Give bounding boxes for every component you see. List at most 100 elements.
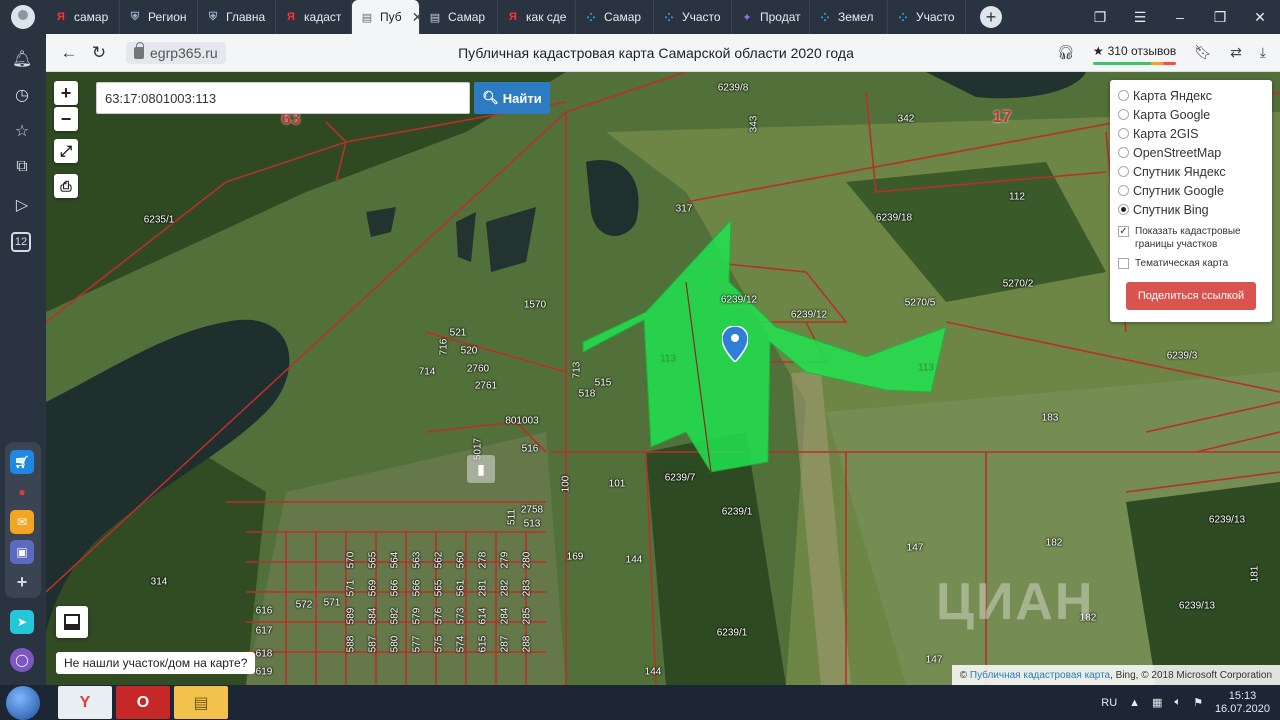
lot-number-label[interactable]: 573 (456, 608, 467, 625)
plot-number-label[interactable]: 113 (660, 354, 676, 365)
download-icon[interactable]: ⤓ (1260, 44, 1266, 61)
lot-number-label[interactable]: 582 (390, 608, 401, 625)
send-app-icon[interactable]: ➤ (10, 610, 34, 634)
plot-number-label[interactable]: 619 (256, 667, 273, 678)
lot-number-label[interactable]: 570 (346, 552, 357, 569)
plot-number-label[interactable]: 2761 (475, 381, 497, 392)
plot-number-label[interactable]: 5270/5 (905, 298, 936, 309)
lot-number-label[interactable]: 577 (412, 636, 423, 653)
volume-icon[interactable]: 🔈︎ (1174, 696, 1181, 709)
plot-number-label[interactable]: 113 (918, 363, 934, 374)
messenger-icon[interactable]: ▣ (10, 540, 34, 564)
lot-number-label[interactable]: 565 (434, 580, 445, 597)
cadastral-map[interactable]: 63 17 6239/8 343 342 112 317 6239/18 6235/1 6239/… (46, 72, 1280, 685)
lot-number-label[interactable]: 288 (522, 636, 533, 653)
history-icon[interactable]: ◷ (11, 84, 33, 106)
layer-option[interactable]: Карта Google (1118, 105, 1264, 124)
plot-number-label[interactable]: 511 (507, 509, 518, 525)
plot-number-label[interactable]: 6239/1 (722, 507, 753, 518)
lot-number-label[interactable]: 285 (522, 608, 533, 625)
close-window-button[interactable]: ✕ (1240, 9, 1280, 26)
lot-number-label[interactable]: 565 (368, 552, 379, 569)
plot-number-label[interactable]: 801003 (505, 416, 538, 427)
not-found-link[interactable]: Не нашли участок/дом на карте? (56, 652, 256, 674)
plot-number-label[interactable]: 515 (595, 378, 612, 389)
plot-number-label[interactable]: 2760 (467, 364, 489, 375)
new-tab-button[interactable]: + (980, 6, 1002, 28)
attribution-link[interactable]: Публичная кадастровая карта (970, 670, 1110, 681)
lot-number-label[interactable]: 562 (434, 552, 445, 569)
plot-number-label[interactable]: 714 (419, 367, 436, 378)
network-icon[interactable]: ▦ (1152, 696, 1162, 709)
print-icon[interactable]: ⎙ (54, 174, 78, 198)
lot-number-label[interactable]: 614 (478, 608, 489, 625)
plot-number-label[interactable]: 6239/3 (1167, 351, 1198, 362)
plot-number-label[interactable]: 572 (296, 600, 313, 611)
opera-app-icon[interactable]: O (116, 686, 170, 719)
plot-number-label[interactable]: 616 (256, 606, 273, 617)
file-explorer-icon[interactable]: ▤ (174, 686, 228, 719)
plot-number-label[interactable]: 181 (1250, 566, 1261, 583)
plot-number-label[interactable]: 6239/13 (1209, 515, 1245, 526)
plot-number-label[interactable]: 6239/1 (717, 628, 748, 639)
lot-number-label[interactable]: 283 (522, 580, 533, 597)
zoom-in-button[interactable]: + (54, 81, 78, 105)
plot-number-label[interactable]: 713 (572, 362, 583, 379)
radio-unselected[interactable] (1118, 90, 1129, 101)
profile-avatar[interactable] (0, 0, 46, 34)
tab-9[interactable]: ✦ Продат (732, 0, 810, 34)
layer-option[interactable]: OpenStreetMap (1118, 143, 1264, 162)
lot-number-label[interactable]: 584 (368, 608, 379, 625)
thematic-map-checkbox[interactable]: Тематическая карта (1118, 257, 1264, 270)
plot-number-label[interactable]: 571 (324, 598, 341, 609)
plot-number-label[interactable]: 516 (522, 444, 539, 455)
lot-number-label[interactable]: 571 (346, 580, 357, 597)
radio-unselected[interactable] (1118, 109, 1129, 120)
bookmark-star-icon[interactable]: ☆ (11, 120, 33, 142)
lot-number-label[interactable]: 287 (500, 636, 511, 653)
lot-number-label[interactable]: 282 (500, 580, 511, 597)
tab-5[interactable]: ▤ Самар (420, 0, 498, 34)
lot-number-label[interactable]: 280 (522, 552, 533, 569)
tab-11[interactable]: ⁘ Участо (888, 0, 966, 34)
plot-number-label[interactable]: 6239/7 (665, 473, 696, 484)
show-boundaries-checkbox[interactable]: ✓ Показать кадастровые границы участков (1118, 225, 1264, 251)
layer-option[interactable]: Карта Яндекс (1118, 86, 1264, 105)
layer-option[interactable]: Спутник Яндекс (1118, 162, 1264, 181)
plot-number-label[interactable]: 6239/12 (721, 295, 757, 306)
plot-number-label[interactable]: 617 (256, 626, 273, 637)
translate-icon[interactable]: ⇄ (1230, 44, 1242, 61)
language-indicator[interactable]: RU (1101, 697, 1117, 709)
lot-number-label[interactable]: 566 (390, 580, 401, 597)
plot-number-label[interactable]: 6239/12 (791, 310, 827, 321)
plot-number-label[interactable]: 1570 (524, 300, 546, 311)
lot-number-label[interactable]: 576 (434, 608, 445, 625)
lot-number-label[interactable]: 279 (500, 552, 511, 569)
plot-number-label[interactable]: 342 (898, 114, 915, 125)
tab-4[interactable]: ▤ Пуб ✕ (352, 0, 420, 34)
tray-arrow-icon[interactable]: ▲ (1129, 697, 1140, 709)
radio-unselected[interactable] (1118, 147, 1129, 158)
tab-8[interactable]: ⁘ Участо (654, 0, 732, 34)
plot-number-label[interactable]: 112 (1009, 192, 1025, 203)
bell-icon[interactable]: 🔔︎ (11, 48, 33, 70)
plot-number-label[interactable]: 169 (567, 552, 584, 563)
lot-number-label[interactable]: 589 (346, 608, 357, 625)
plot-number-label[interactable]: 147 (907, 543, 924, 554)
lot-number-label[interactable]: 564 (390, 552, 401, 569)
fullscreen-icon[interactable]: ⤢ (54, 139, 78, 163)
add-app-icon[interactable]: + (10, 570, 34, 594)
radio-unselected[interactable] (1118, 166, 1129, 177)
clock[interactable]: 15:13 16.07.2020 (1215, 690, 1270, 716)
plot-number-label[interactable]: 317 (676, 204, 693, 215)
plot-number-label[interactable]: 314 (151, 577, 168, 588)
lot-number-label[interactable]: 615 (478, 636, 489, 653)
plot-number-label[interactable]: 144 (645, 667, 662, 678)
lot-number-label[interactable]: 284 (500, 608, 511, 625)
plot-number-label[interactable]: 716 (439, 339, 450, 356)
lot-number-label[interactable]: 278 (478, 552, 489, 569)
lot-number-label[interactable]: 560 (456, 552, 467, 569)
share-link-button[interactable]: Поделиться ссылкой (1126, 282, 1256, 310)
plot-number-label[interactable]: 144 (626, 555, 643, 566)
plot-number-label[interactable]: 147 (926, 655, 943, 666)
